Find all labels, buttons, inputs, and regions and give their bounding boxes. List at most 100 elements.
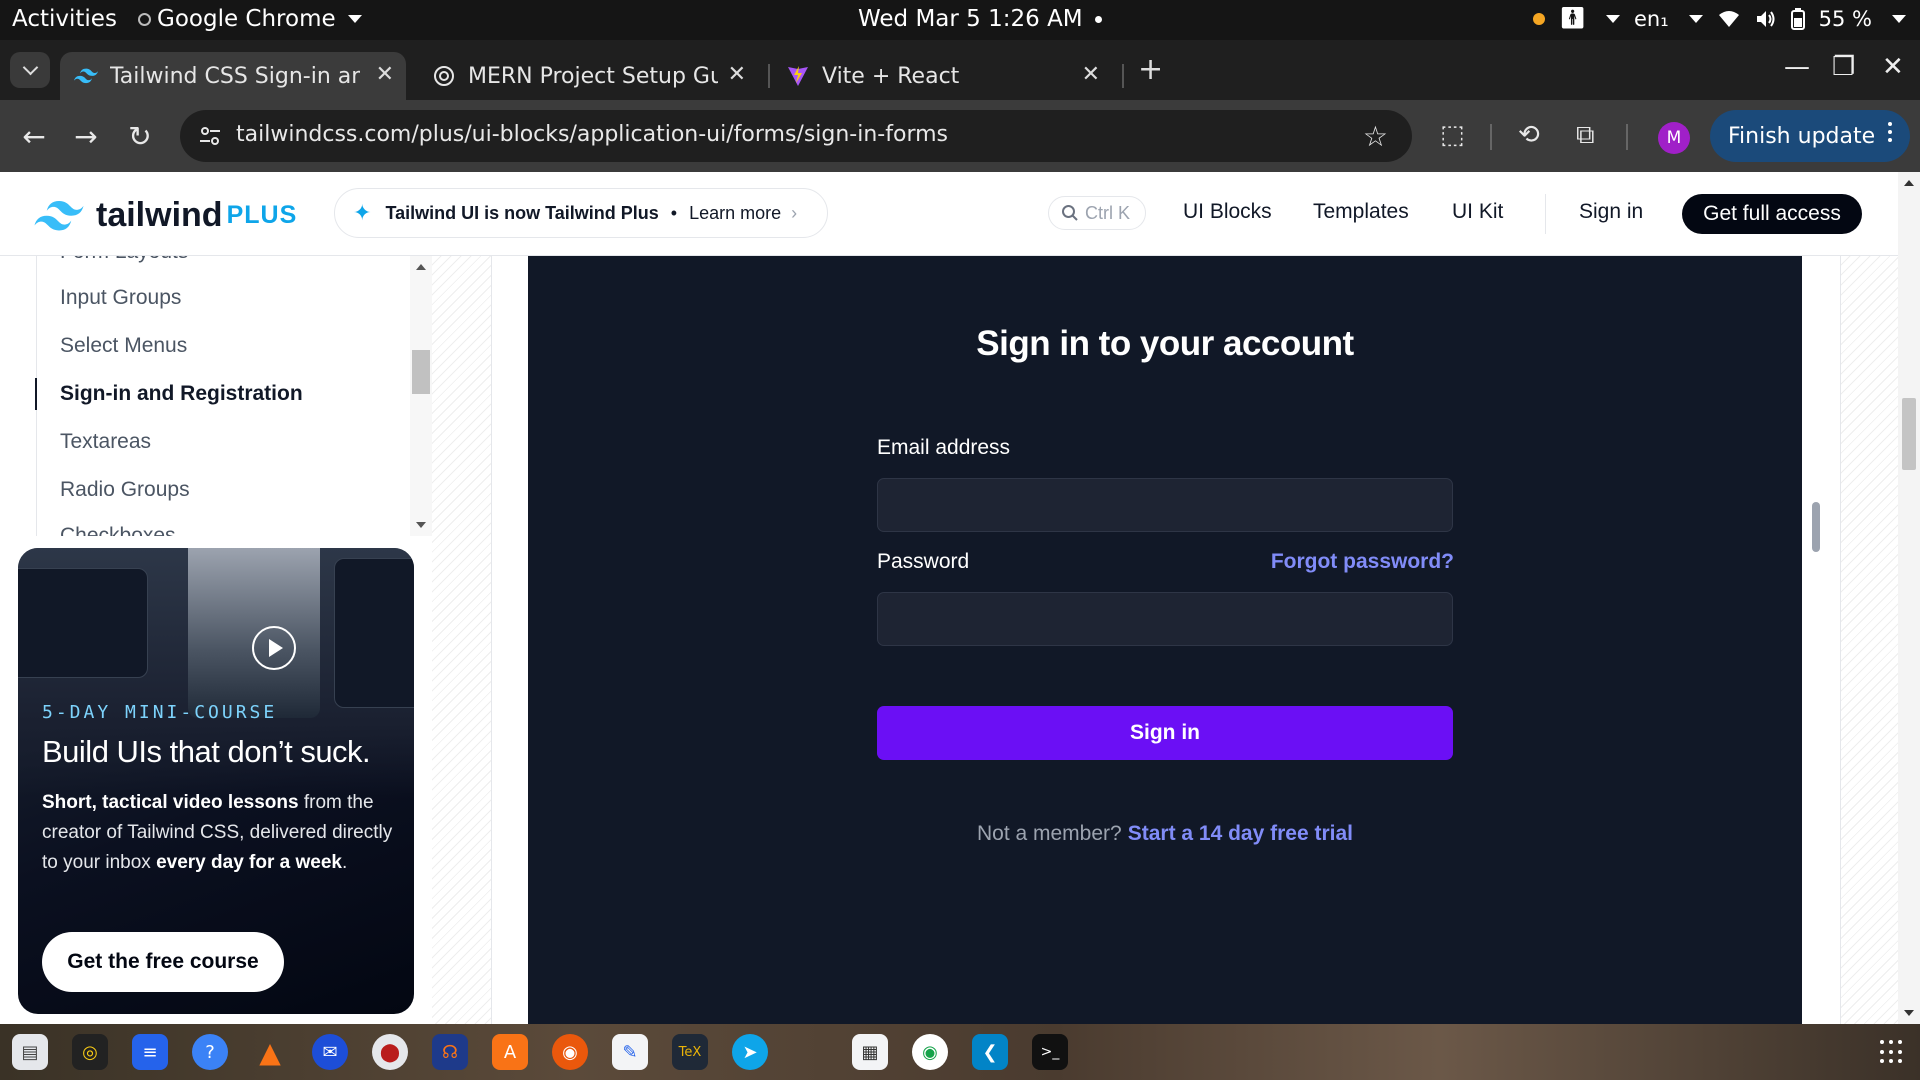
site-header: tailwind PLUS ✦ Tailwind UI is now Tailw… — [0, 172, 1898, 256]
chrome-icon[interactable]: ◉ — [912, 1034, 948, 1070]
tab-vite[interactable]: Vite + React ✕ — [772, 52, 1112, 100]
back-icon[interactable]: ← — [18, 120, 50, 153]
app-center-icon[interactable]: A — [492, 1034, 528, 1070]
postman-icon[interactable]: ⬤ — [372, 1034, 408, 1070]
sidebar-scroll-thumb[interactable] — [412, 350, 430, 394]
firefox-icon[interactable]: ◉ — [552, 1034, 588, 1070]
show-apps-icon[interactable] — [1880, 1040, 1904, 1064]
learn-more-link[interactable]: Learn more — [689, 203, 781, 224]
help-icon[interactable]: ? — [192, 1034, 228, 1070]
promo-art-panel — [334, 558, 414, 708]
vlc-icon[interactable]: ▲ — [252, 1034, 288, 1070]
forgot-password-link[interactable]: Forgot password? — [1271, 550, 1454, 574]
battery-percent: 55 % — [1818, 6, 1872, 31]
get-full-access-button[interactable]: Get full access — [1682, 194, 1862, 234]
screenshot-icon[interactable]: ⧉ — [1576, 120, 1595, 151]
new-tab-icon[interactable]: + — [1138, 52, 1163, 87]
telegram-icon[interactable]: ➤ — [732, 1034, 768, 1070]
thunderbird-icon[interactable]: ✉ — [312, 1034, 348, 1070]
restore-icon[interactable]: ❐ — [1832, 52, 1855, 82]
tab-title: Tailwind CSS Sign-in and — [110, 63, 360, 89]
volume-icon[interactable] — [1755, 9, 1777, 29]
sign-in-preview: Sign in to your account Email address Pa… — [528, 256, 1802, 1024]
preview-resize-handle[interactable] — [1812, 502, 1820, 552]
sidebar-item-radio-groups[interactable]: Radio Groups — [60, 478, 190, 502]
get-free-course-button[interactable]: Get the free course — [42, 932, 284, 992]
activities-button[interactable]: Activities — [12, 6, 117, 32]
password-field[interactable] — [877, 592, 1453, 646]
forward-icon[interactable]: → — [70, 120, 102, 153]
nav-ui-blocks[interactable]: UI Blocks — [1183, 200, 1272, 224]
tailwind-plus-logo[interactable]: tailwind PLUS — [34, 196, 297, 235]
finish-update-button[interactable]: Finish update — [1710, 110, 1910, 162]
system-clock[interactable]: Wed Mar 5 1:26 AM — [858, 6, 1102, 32]
kebab-menu-icon[interactable] — [1888, 122, 1892, 142]
keyboard-layout-indicator[interactable]: en₁ — [1634, 7, 1669, 31]
sign-in-button[interactable]: Sign in — [877, 706, 1453, 760]
extensions-icon[interactable]: ⬚ — [1440, 120, 1465, 150]
terminal-icon[interactable]: >_ — [1032, 1034, 1068, 1070]
close-icon[interactable]: ✕ — [728, 62, 746, 87]
address-bar[interactable]: tailwindcss.com/plus/ui-blocks/applicati… — [180, 110, 1412, 162]
free-trial-link[interactable]: Start a 14 day free trial — [1128, 822, 1353, 845]
site-settings-icon[interactable] — [198, 124, 222, 148]
close-icon[interactable]: ✕ — [1082, 62, 1100, 87]
play-icon[interactable] — [252, 626, 296, 670]
nav-ui-kit[interactable]: UI Kit — [1452, 200, 1503, 224]
page-scrollbar[interactable] — [1898, 172, 1920, 1024]
chrome-app-icon — [138, 12, 151, 26]
vscode-icon[interactable]: ❮ — [972, 1034, 1008, 1070]
document-viewer-icon[interactable]: ▦ — [852, 1034, 888, 1070]
sidebar-item-textareas[interactable]: Textareas — [60, 430, 151, 454]
reload-icon[interactable]: ↻ — [124, 120, 156, 153]
sidebar-item-sign-in-registration[interactable]: Sign-in and Registration — [60, 382, 303, 406]
sidebar-item-select-menus[interactable]: Select Menus — [60, 334, 187, 358]
profile-avatar[interactable]: M — [1658, 122, 1690, 154]
texstudio-icon[interactable]: TeX — [672, 1034, 708, 1070]
accessibility-icon[interactable]: 🚹︎ — [1559, 6, 1586, 31]
app-menu[interactable]: Google Chrome — [138, 6, 362, 32]
scroll-up-arrow-icon[interactable] — [1904, 180, 1914, 186]
header-divider — [1545, 194, 1546, 234]
sidebar-item-checkboxes[interactable]: Checkboxes — [60, 524, 176, 536]
search-button[interactable]: Ctrl K — [1048, 196, 1146, 230]
announcement-pill[interactable]: ✦ Tailwind UI is now Tailwind Plus • Lea… — [334, 188, 828, 238]
tab-divider — [1122, 64, 1124, 88]
page-viewport: tailwind PLUS ✦ Tailwind UI is now Tailw… — [0, 172, 1920, 1024]
tray-app-icon[interactable] — [1533, 12, 1546, 25]
chevron-right-icon: › — [791, 202, 798, 223]
minimize-icon[interactable]: — — [1784, 52, 1810, 82]
bookmark-star-icon[interactable]: ☆ — [1363, 120, 1388, 153]
text-editor-icon[interactable]: ✎ — [612, 1034, 648, 1070]
sidebar-item-input-groups[interactable]: Input Groups — [60, 286, 181, 310]
logo-plus: PLUS — [226, 201, 298, 229]
preview-gutter-right — [1840, 256, 1898, 1024]
wifi-icon[interactable] — [1717, 9, 1741, 29]
tab-search-button[interactable] — [10, 52, 50, 88]
tab-tailwind[interactable]: Tailwind CSS Sign-in and ✕ — [60, 52, 406, 100]
files-icon[interactable]: ▤ — [12, 1034, 48, 1070]
promo-headline: Build UIs that don’t suck. — [42, 734, 371, 769]
close-window-icon[interactable]: ✕ — [1882, 52, 1904, 82]
scroll-up-arrow-icon[interactable] — [416, 264, 426, 270]
scroll-down-arrow-icon[interactable] — [416, 522, 426, 528]
sidebar-scrollbar[interactable] — [410, 256, 432, 536]
headphones-icon[interactable]: ☊ — [432, 1034, 468, 1070]
writer-icon[interactable]: ≡ — [132, 1034, 168, 1070]
close-icon[interactable]: ✕ — [376, 62, 394, 87]
history-icon[interactable]: ⟲ — [1518, 120, 1540, 150]
system-tray[interactable]: 🚹︎ en₁ 55 % — [1533, 6, 1906, 31]
scroll-down-arrow-icon[interactable] — [1904, 1010, 1914, 1016]
tailwind-icon — [74, 64, 98, 88]
battery-icon[interactable] — [1790, 7, 1805, 30]
rhythmbox-icon[interactable]: ◎ — [72, 1034, 108, 1070]
chevron-down-icon — [1605, 14, 1620, 23]
sign-in-link[interactable]: Sign in — [1579, 200, 1643, 224]
email-field[interactable] — [877, 478, 1453, 532]
instructor-photo — [188, 548, 320, 718]
sidebar-item-form-layouts[interactable]: Form Layouts — [60, 256, 188, 264]
tab-mern[interactable]: MERN Project Setup Gui ✕ — [418, 52, 758, 100]
page-scroll-thumb[interactable] — [1902, 398, 1916, 470]
nav-templates[interactable]: Templates — [1313, 200, 1409, 224]
promo-body-text: . — [341, 852, 348, 873]
